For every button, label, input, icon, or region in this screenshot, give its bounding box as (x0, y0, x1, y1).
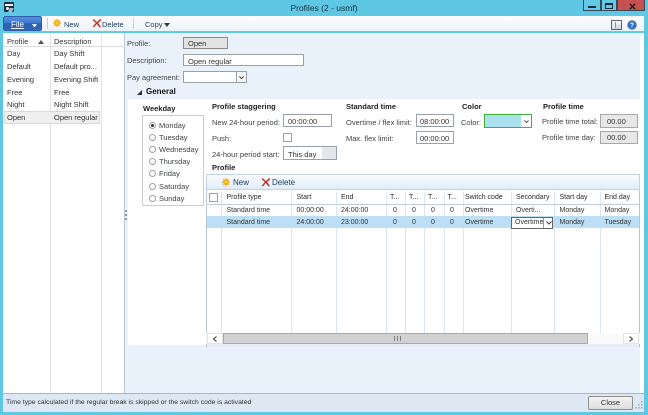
svg-text:?: ? (630, 23, 634, 30)
